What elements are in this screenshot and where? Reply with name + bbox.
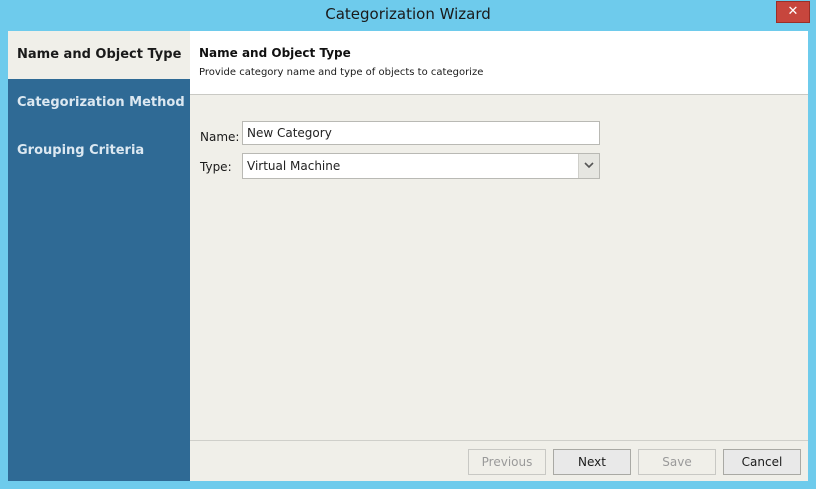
next-button[interactable]: Next bbox=[553, 449, 631, 475]
sidebar-item-label: Categorization Method bbox=[17, 95, 185, 110]
footer-divider bbox=[190, 440, 808, 441]
cancel-button[interactable]: Cancel bbox=[723, 449, 801, 475]
wizard-client-area: Name and Object Type Categorization Meth… bbox=[8, 31, 808, 481]
chevron-down-icon bbox=[584, 162, 594, 169]
sidebar-item-name-and-object-type[interactable]: Name and Object Type bbox=[8, 31, 190, 79]
step-description: Provide category name and type of object… bbox=[199, 67, 484, 78]
sidebar-item-label: Grouping Criteria bbox=[17, 143, 145, 158]
name-label: Name: bbox=[200, 130, 240, 144]
step-header: Name and Object Type Provide category na… bbox=[190, 31, 808, 95]
save-button[interactable]: Save bbox=[638, 449, 716, 475]
sidebar-item-categorization-method[interactable]: Categorization Method bbox=[8, 79, 190, 127]
type-select[interactable]: Virtual Machine bbox=[242, 153, 600, 179]
type-dropdown-button[interactable] bbox=[578, 154, 599, 178]
type-select-value: Virtual Machine bbox=[247, 159, 341, 173]
name-input[interactable] bbox=[242, 121, 600, 145]
close-button[interactable]: ✕ bbox=[776, 1, 810, 23]
sidebar-item-label: Name and Object Type bbox=[17, 47, 182, 62]
sidebar-item-grouping-criteria[interactable]: Grouping Criteria bbox=[8, 127, 190, 175]
title-bar[interactable]: Categorization Wizard ✕ bbox=[0, 0, 816, 31]
wizard-window: Categorization Wizard ✕ Name and Object … bbox=[0, 0, 816, 489]
previous-button[interactable]: Previous bbox=[468, 449, 546, 475]
step-title: Name and Object Type bbox=[199, 46, 351, 60]
wizard-steps-sidebar: Name and Object Type Categorization Meth… bbox=[8, 31, 190, 481]
window-title: Categorization Wizard bbox=[325, 5, 491, 23]
close-icon: ✕ bbox=[787, 4, 799, 19]
type-label: Type: bbox=[200, 160, 232, 174]
